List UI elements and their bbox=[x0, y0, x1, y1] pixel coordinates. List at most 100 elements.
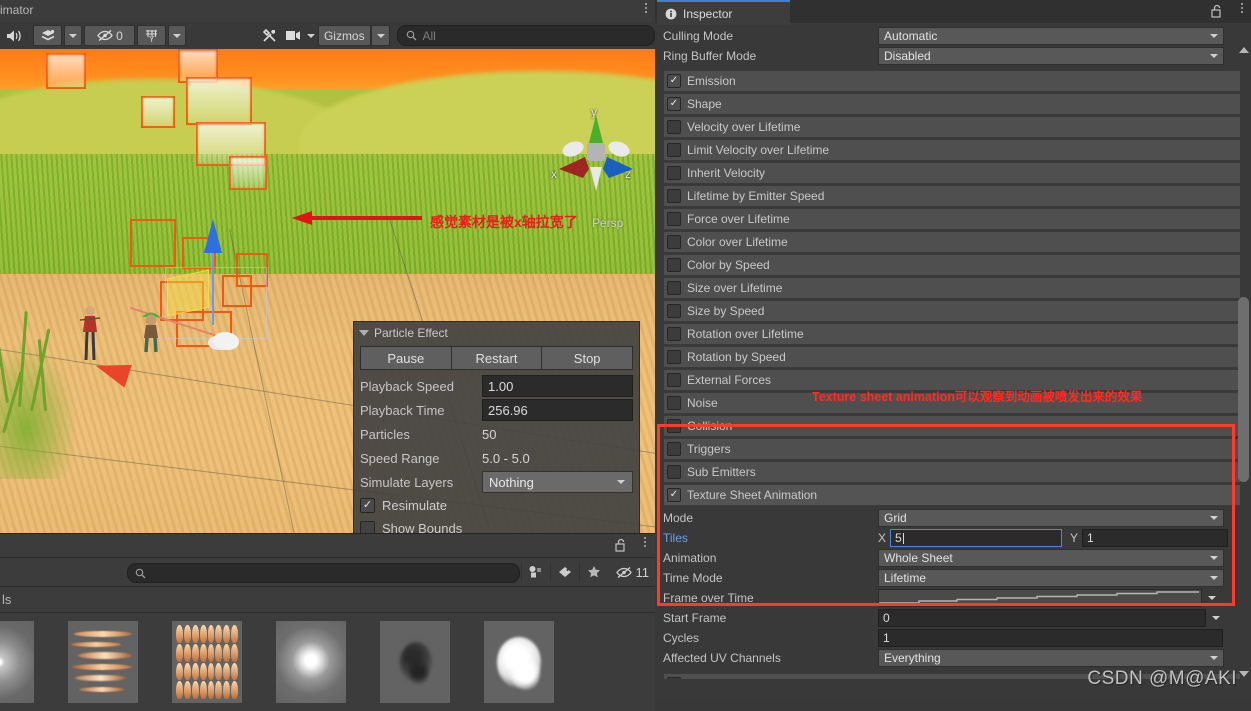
lock-open-icon[interactable] bbox=[615, 538, 627, 555]
module-shape[interactable]: ✓ Shape bbox=[663, 93, 1241, 115]
checkbox-unchecked-icon[interactable] bbox=[667, 258, 681, 272]
checkbox-checked-icon[interactable]: ✓ bbox=[667, 488, 681, 502]
project-search-input[interactable] bbox=[127, 563, 520, 583]
chevron-down-icon[interactable] bbox=[1212, 616, 1220, 620]
asset-grid[interactable] bbox=[0, 613, 655, 711]
module-emission[interactable]: ✓ Emission bbox=[663, 70, 1241, 92]
tab-inspector[interactable]: Inspector bbox=[657, 0, 790, 25]
kebab-menu-icon[interactable] bbox=[1241, 3, 1243, 13]
checkbox-unchecked-icon[interactable] bbox=[667, 304, 681, 318]
resimulate-checkbox-row[interactable]: ✓ Resimulate bbox=[354, 494, 639, 517]
label-filter-icon[interactable] bbox=[549, 562, 579, 582]
scene-viewport[interactable]: y x z Persp 感觉素材是被x轴拉宽了 Particle Effect … bbox=[0, 49, 655, 533]
pause-button[interactable]: Pause bbox=[360, 346, 452, 370]
particle-effect-header[interactable]: Particle Effect bbox=[354, 322, 639, 344]
triangle-down-icon[interactable] bbox=[359, 330, 369, 336]
camera-dropdown-caret[interactable] bbox=[304, 26, 318, 45]
scroll-up-arrow[interactable] bbox=[1239, 47, 1249, 53]
checkbox-unchecked-icon[interactable] bbox=[667, 350, 681, 364]
grid-visibility-icon[interactable]: Y bbox=[137, 25, 167, 46]
character-model-green[interactable] bbox=[138, 307, 164, 353]
gizmos-button[interactable]: Gizmos bbox=[317, 25, 371, 46]
checkbox-unchecked-icon[interactable] bbox=[667, 143, 681, 157]
module-velocity-over-lifetime[interactable]: Velocity over Lifetime bbox=[663, 116, 1241, 138]
scroll-down-arrow[interactable] bbox=[1239, 671, 1249, 677]
asset-thumbnail-flame-grid[interactable] bbox=[172, 621, 242, 703]
asset-thumbnail-glow-dot[interactable] bbox=[276, 621, 346, 703]
tsa-time-mode-dropdown[interactable]: Lifetime bbox=[878, 569, 1224, 587]
playback-time-input[interactable]: 256.96 bbox=[482, 399, 633, 421]
checkbox-checked-icon[interactable]: ✓ bbox=[360, 498, 375, 513]
scene-camera-icon[interactable] bbox=[284, 26, 304, 45]
playback-speed-input[interactable]: 1.00 bbox=[482, 375, 633, 397]
stop-button[interactable]: Stop bbox=[542, 346, 634, 370]
ring-buffer-mode-dropdown[interactable]: Disabled bbox=[878, 47, 1224, 65]
gizmos-dropdown-caret[interactable] bbox=[370, 25, 391, 46]
favorite-star-icon[interactable] bbox=[578, 562, 608, 582]
culling-mode-dropdown[interactable]: Automatic bbox=[878, 27, 1224, 45]
gizmo-axis-label-z[interactable]: z bbox=[625, 167, 631, 181]
restart-button[interactable]: Restart bbox=[451, 346, 543, 370]
asset-type-filter-icon[interactable] bbox=[520, 562, 550, 582]
kebab-menu-icon[interactable] bbox=[644, 537, 646, 547]
show-bounds-checkbox-row[interactable]: Show Bounds bbox=[354, 517, 639, 533]
frame-over-time-curve-field[interactable] bbox=[878, 589, 1202, 607]
bunny-model[interactable] bbox=[213, 332, 239, 350]
checkbox-unchecked-icon[interactable] bbox=[667, 327, 681, 341]
axis-arrow-up[interactable] bbox=[204, 219, 222, 253]
tiles-y-input[interactable]: 1 bbox=[1082, 529, 1229, 547]
scene-tools-icon[interactable] bbox=[255, 26, 284, 45]
module-size-over-lifetime[interactable]: Size over Lifetime bbox=[663, 277, 1241, 299]
module-rotation-over-lifetime[interactable]: Rotation over Lifetime bbox=[663, 323, 1241, 345]
character-model-archer[interactable] bbox=[78, 304, 102, 364]
checkbox-unchecked-icon[interactable] bbox=[667, 419, 681, 433]
checkbox-unchecked-icon[interactable] bbox=[667, 120, 681, 134]
module-size-by-speed[interactable]: Size by Speed bbox=[663, 300, 1241, 322]
affected-uv-dropdown[interactable]: Everything bbox=[878, 649, 1224, 667]
checkbox-unchecked-icon[interactable] bbox=[667, 235, 681, 249]
module-collision[interactable]: Collision bbox=[663, 415, 1241, 437]
start-frame-input[interactable]: 0 bbox=[878, 609, 1206, 627]
asset-thumbnail-soft-dot[interactable] bbox=[0, 621, 34, 703]
scene-window-tab[interactable]: imator bbox=[0, 3, 33, 17]
simulate-layers-dropdown[interactable]: Nothing bbox=[482, 471, 633, 493]
module-sub-emitters[interactable]: Sub Emitters bbox=[663, 461, 1241, 483]
checkbox-unchecked-icon[interactable] bbox=[667, 396, 681, 410]
module-lifetime-by-emitter-speed[interactable]: Lifetime by Emitter Speed bbox=[663, 185, 1241, 207]
inspector-scrollbar[interactable] bbox=[1238, 47, 1249, 677]
module-texture-sheet-animation[interactable]: ✓ Texture Sheet Animation bbox=[663, 484, 1241, 506]
hidden-assets-toggle[interactable]: 11 bbox=[615, 565, 649, 580]
module-inherit-velocity[interactable]: Inherit Velocity bbox=[663, 162, 1241, 184]
tsa-mode-dropdown[interactable]: Grid bbox=[878, 509, 1224, 527]
checkbox-unchecked-icon[interactable] bbox=[667, 281, 681, 295]
checkbox-unchecked-icon[interactable] bbox=[360, 521, 375, 533]
asset-thumbnail-dark-smoke[interactable] bbox=[380, 621, 450, 703]
checkbox-unchecked-icon[interactable] bbox=[667, 373, 681, 387]
lock-open-icon[interactable] bbox=[1211, 4, 1223, 21]
audio-toggle-icon[interactable] bbox=[0, 26, 29, 45]
scene-orientation-gizmo[interactable]: y x z bbox=[551, 105, 639, 199]
asset-thumbnail-white-cloud[interactable] bbox=[484, 621, 554, 703]
grid-dropdown-caret[interactable] bbox=[168, 25, 187, 46]
module-color-by-speed[interactable]: Color by Speed bbox=[663, 254, 1241, 276]
effects-icon[interactable] bbox=[33, 25, 63, 46]
module-color-over-lifetime[interactable]: Color over Lifetime bbox=[663, 231, 1241, 253]
checkbox-unchecked-icon[interactable] bbox=[667, 212, 681, 226]
checkbox-checked-icon[interactable]: ✓ bbox=[667, 97, 681, 111]
checkbox-unchecked-icon[interactable] bbox=[667, 166, 681, 180]
particle-effect-panel[interactable]: Particle Effect Pause Restart Stop Playb… bbox=[353, 321, 640, 533]
cycles-input[interactable]: 1 bbox=[878, 629, 1223, 647]
tsa-animation-dropdown[interactable]: Whole Sheet bbox=[878, 549, 1224, 567]
checkbox-unchecked-icon[interactable] bbox=[667, 677, 681, 679]
perspective-label[interactable]: Persp bbox=[592, 216, 623, 230]
scene-search-input[interactable]: All bbox=[397, 25, 655, 46]
hidden-objects-toggle[interactable]: 0 bbox=[84, 25, 136, 46]
gizmo-axis-label-y[interactable]: y bbox=[591, 105, 597, 119]
scrollbar-thumb[interactable] bbox=[1238, 297, 1249, 482]
module-force-over-lifetime[interactable]: Force over Lifetime bbox=[663, 208, 1241, 230]
module-triggers[interactable]: Triggers bbox=[663, 438, 1241, 460]
checkbox-unchecked-icon[interactable] bbox=[667, 189, 681, 203]
module-rotation-by-speed[interactable]: Rotation by Speed bbox=[663, 346, 1241, 368]
gizmo-axis-label-x[interactable]: x bbox=[551, 167, 557, 181]
module-limit-velocity-over-lifetime[interactable]: Limit Velocity over Lifetime bbox=[663, 139, 1241, 161]
